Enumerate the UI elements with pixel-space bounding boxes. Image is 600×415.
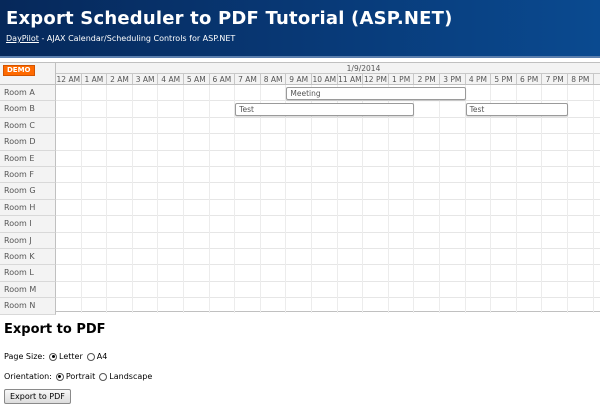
daypilot-link[interactable]: DayPilot [6,34,39,43]
timeline-hour-header: 3 AM [133,74,159,84]
timeline-hour-header: 12 PM [364,74,389,84]
resource-row-header: Room J [0,232,56,249]
grid-column-line [336,85,338,313]
scheduler-corner: DEMO [0,63,56,85]
grid-column-line [567,85,568,313]
grid-row-line [56,297,600,299]
timeline-hour-header: 5 PM [491,74,517,84]
timeline-hour-header: 11 AM [338,74,364,84]
resource-row-header: Room F [0,167,56,184]
resource-row-header: Room L [0,265,56,282]
resource-row-header: Room N [0,298,56,315]
header-subtitle: DayPilot - AJAX Calendar/Scheduling Cont… [6,34,235,43]
timeline-hour-header: 4 AM [158,74,184,84]
resource-row-header: Room C [0,117,56,135]
grid-row-line [56,116,600,118]
orientation-landscape-label[interactable]: Landscape [109,372,152,381]
resource-row-header: Room I [0,216,56,233]
resource-row-header: Room H [0,199,56,217]
grid-row-line [56,248,600,249]
page-size-letter-radio[interactable] [49,352,58,361]
grid-row-line [56,149,600,151]
page-size-label: Page Size: [4,352,46,361]
grid-column-line [285,85,287,313]
scheduler: DEMO 1/9/2014 12 AM 1 AM 2 AM 3 AM 4 AM 5 AM 6… [0,62,600,315]
orientation-row: Orientation: Portrait Landscape [4,372,156,381]
grid-row-line [56,280,600,282]
grid-column-line [387,85,389,313]
page-title: Export Scheduler to PDF Tutorial (ASP.NE… [6,8,453,29]
timeline-hour-header: 3 PM [440,74,466,84]
grid-row-line [56,133,600,135]
grid-row-line [56,166,600,167]
resource-row-header: Room E [0,150,56,167]
page-size-a4-label[interactable]: A4 [97,352,108,361]
timeline-hour-header: 5 AM [184,74,210,84]
resource-row-header: Room G [0,183,56,200]
grid-column-line [413,85,415,313]
timeline-hours-row: 12 AM 1 AM 2 AM 3 AM 4 AM 5 AM 6 AM 7 AM 8 AM 9 A… [56,74,600,85]
page-header: Export Scheduler to PDF Tutorial (ASP.NE… [0,0,600,58]
resource-row-header: Room D [0,134,56,151]
grid-row-line [56,215,600,217]
grid-column-line [362,85,364,313]
page-size-a4-radio[interactable] [86,352,95,361]
grid-column-line [439,85,440,313]
grid-column-line [515,85,517,313]
demo-badge: DEMO [3,65,35,76]
timeline-hour-header: 1 PM [389,74,415,84]
grid-column-line [259,85,261,313]
timeline-date-row: 1/9/2014 [56,63,600,74]
resource-row-header: Room M [0,281,56,299]
grid-column-line [311,85,312,313]
page-size-letter-label[interactable]: Letter [59,352,83,361]
page-size-row: Page Size: Letter A4 [4,352,111,361]
scheduler-event[interactable]: Test [465,102,568,116]
grid-column-line [131,85,133,313]
timeline-hour-header: 2 PM [414,74,440,84]
grid-column-line [157,85,159,313]
grid-column-line [234,85,236,313]
resource-row-header: Room B [0,101,56,118]
timeline-hour-header: 6 PM [517,74,543,84]
resource-row-header: Room K [0,249,56,266]
timeline-date: 1/9/2014 [346,64,381,73]
orientation-landscape-radio[interactable] [99,372,108,381]
timeline-hour-header: 8 AM [261,74,287,84]
grid-row-line [56,231,600,233]
grid-column-line [592,85,594,313]
grid-column-line [80,85,82,313]
grid-column-line [183,85,184,313]
timeline-hour-header: 10 AM [312,74,338,84]
orientation-label: Orientation: [4,372,52,381]
grid-column-line [464,85,466,313]
scheduler-event[interactable]: Test [235,102,415,116]
grid-column-line [106,85,108,313]
timeline-hour-header: 8 PM [568,74,594,84]
orientation-portrait-radio[interactable] [55,372,64,381]
timeline-hour-header: 7 AM [235,74,261,84]
timeline-hour-header: 9 AM [286,74,312,84]
timeline-hour-header: 4 PM [466,74,492,84]
grid-row-line [56,182,600,184]
export-title: Export to PDF [4,322,106,337]
header-subtitle-text: - AJAX Calendar/Scheduling Controls for … [38,34,236,43]
grid-column-line [208,85,210,313]
scheduler-grid[interactable]: Meeting Test Test [56,85,600,313]
grid-column-line [541,85,543,313]
export-to-pdf-button[interactable]: Export to PDF [4,389,71,404]
grid-column-line [490,85,492,313]
grid-row-line [56,198,600,200]
timeline-hour-header: 12 AM [56,74,82,84]
resource-row-header: Room A [0,85,56,102]
timeline-hour-header: 6 AM [210,74,236,84]
grid-row-line [56,100,600,102]
grid-row-line [56,264,600,266]
timeline-hour-header: 2 AM [107,74,133,84]
orientation-portrait-label[interactable]: Portrait [66,372,95,381]
timeline-hour-header: 7 PM [542,74,568,84]
timeline-hour-header: 1 AM [82,74,108,84]
scheduler-event[interactable]: Meeting [286,86,466,100]
